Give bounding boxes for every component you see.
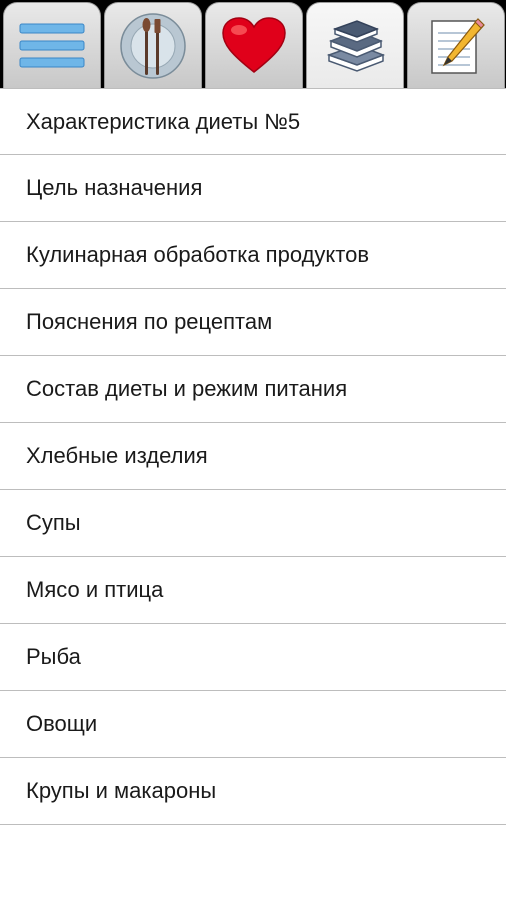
list-item-bread[interactable]: Хлебные изделия	[0, 423, 506, 490]
heart-icon	[222, 16, 286, 73]
list-item-grains-pasta[interactable]: Крупы и макароны	[0, 758, 506, 825]
tab-menu[interactable]	[3, 2, 101, 88]
tab-favorites[interactable]	[205, 2, 303, 88]
plate-cutlery-icon	[120, 12, 186, 79]
tab-notes[interactable]	[407, 2, 505, 88]
list-item-soups[interactable]: Супы	[0, 490, 506, 557]
list-item-meat-poultry[interactable]: Мясо и птица	[0, 557, 506, 624]
tab-bar	[0, 0, 506, 88]
list-item-recipe-notes[interactable]: Пояснения по рецептам	[0, 289, 506, 356]
notepad-pencil-icon	[431, 17, 485, 74]
list-item-label: Мясо и птица	[26, 577, 164, 602]
list-item-diet-characteristics[interactable]: Характеристика диеты №5	[0, 88, 506, 155]
list-item-label: Супы	[26, 510, 81, 535]
list-item-label: Пояснения по рецептам	[26, 309, 273, 334]
list-item-label: Овощи	[26, 711, 98, 736]
list-item-vegetables[interactable]: Овощи	[0, 691, 506, 758]
tab-library[interactable]	[306, 2, 404, 88]
list-item-label: Хлебные изделия	[26, 443, 208, 468]
list-item-label: Крупы и макароны	[26, 778, 217, 803]
menu-list-icon	[19, 23, 85, 67]
list-item-label: Характеристика диеты №5	[26, 108, 301, 134]
list-item-diet-composition[interactable]: Состав диеты и режим питания	[0, 356, 506, 423]
tab-recipes[interactable]	[104, 2, 202, 88]
list-item-label: Кулинарная обработка продуктов	[26, 242, 370, 267]
list-item-purpose[interactable]: Цель назначения	[0, 155, 506, 222]
list-item-label: Рыба	[26, 644, 81, 669]
list-item-label: Состав диеты и режим питания	[26, 376, 348, 401]
section-list: Характеристика диеты №5 Цель назначения …	[0, 88, 506, 825]
list-item-cooking[interactable]: Кулинарная обработка продуктов	[0, 222, 506, 289]
list-item-label: Цель назначения	[26, 175, 203, 200]
books-icon	[326, 19, 386, 72]
list-item-fish[interactable]: Рыба	[0, 624, 506, 691]
